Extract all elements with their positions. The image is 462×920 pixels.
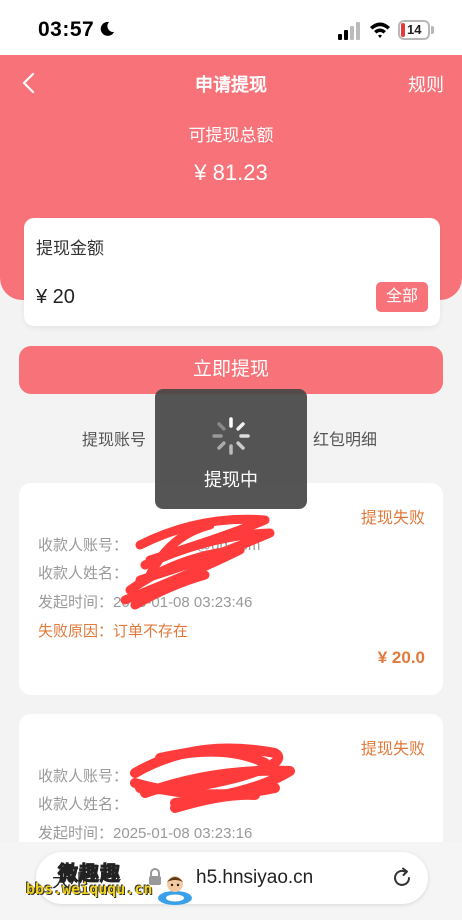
withdraw-now-button[interactable]: 立即提现 — [19, 346, 443, 394]
status-bar: 03:57 14 — [0, 0, 462, 58]
battery-percent: 14 — [407, 22, 422, 37]
status-time: 03:57 — [38, 18, 95, 41]
loading-spinner-icon — [212, 417, 250, 455]
all-button[interactable]: 全部 — [376, 282, 428, 312]
total-value: ¥ 81.23 — [194, 160, 268, 185]
withdraw-record: 提现失败 收款人账号： @qq.com 收款人姓名： 发起时间：2025-01-0… — [19, 483, 443, 695]
record-time-label: 发起时间： — [38, 594, 114, 611]
record-name-row: 收款人姓名： — [38, 562, 128, 583]
url-text[interactable]: h5.hnsiyao.cn — [196, 867, 313, 889]
record-status: 提现失败 — [360, 741, 425, 758]
record-account-row: 收款人账号： @qq.com — [38, 534, 260, 555]
record-account-label: 收款人账号： — [38, 537, 129, 554]
amount-card: 提现金额 ¥ 20 全部 — [24, 218, 440, 326]
record-name-label: 收款人姓名： — [38, 565, 129, 582]
rules-link[interactable]: 规则 — [408, 71, 444, 97]
battery-icon: 14 — [398, 20, 430, 40]
amount-input[interactable]: ¥ 20 — [36, 286, 75, 309]
record-status: 提现失败 — [360, 510, 425, 527]
reload-icon[interactable] — [390, 866, 414, 890]
record-time-row: 发起时间：2025-01-08 03:23:46 — [38, 591, 252, 612]
watermark-text-en: bbs.weiququ.cn — [26, 880, 153, 898]
amount-label: 提现金额 — [36, 239, 104, 258]
total-label: 可提现总额 — [188, 126, 274, 145]
record-account-value: @qq.com — [196, 537, 261, 554]
toast-text: 提现中 — [204, 470, 258, 490]
watermark-mascot-icon — [158, 876, 192, 905]
red-packet-details-link[interactable]: 红包明细 — [313, 426, 377, 450]
battery-nub — [431, 26, 434, 34]
moon-icon — [100, 21, 114, 36]
wifi-icon — [370, 22, 390, 38]
record-time-row: 发起时间：2025-01-08 03:23:16 — [38, 822, 252, 843]
record-fail-reason: 订单不存在 — [113, 623, 189, 640]
record-fail-label: 失败原因： — [38, 623, 114, 640]
page-title: 申请提现 — [195, 75, 267, 95]
signal-icon — [338, 22, 360, 40]
record-name-row: 收款人姓名： — [38, 793, 128, 814]
record-time-label: 发起时间： — [38, 825, 114, 842]
record-name-label: 收款人姓名： — [38, 796, 129, 813]
record-fail-row: 失败原因：订单不存在 — [38, 620, 188, 641]
record-time-value: 2025-01-08 03:23:46 — [113, 594, 253, 611]
record-account-row: 收款人账号： — [38, 765, 128, 786]
withdraw-account-link[interactable]: 提现账号 — [82, 426, 146, 450]
battery-level — [401, 23, 405, 37]
record-amount: ¥ 20.0 — [377, 648, 425, 667]
record-account-label: 收款人账号： — [38, 768, 129, 785]
loading-toast: 提现中 — [155, 389, 307, 509]
record-time-value: 2025-01-08 03:23:16 — [113, 825, 253, 842]
